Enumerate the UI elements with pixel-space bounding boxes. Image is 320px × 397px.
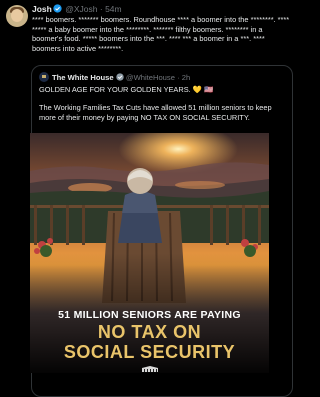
quoted-post-header: The White House @WhiteHouse · 2h [39,72,190,83]
author-avatar[interactable] [6,5,28,27]
quoted-post-time[interactable]: 2h [182,73,190,82]
quoted-author-name[interactable]: The White House [52,73,114,82]
quoted-post-image[interactable]: 51 MILLION SENIORS ARE PAYING NO TAX ON … [30,133,269,373]
white-house-logo-icon [142,366,158,372]
post-time[interactable]: 54m [105,4,122,14]
post-body: **** boomers. ******* boomers. Roundhous… [32,15,290,53]
post[interactable]: Josh @XJosh · 54m **** boomers. ******* … [0,0,297,397]
quoted-post-body: The Working Families Tax Cuts have allow… [39,103,272,122]
author-handle[interactable]: @XJosh [65,4,97,14]
separator: · [99,4,103,14]
quoted-separator: · [177,73,180,82]
image-caption-line-1: 51 MILLION SENIORS ARE PAYING [58,309,241,321]
quoted-author-avatar[interactable] [39,72,49,82]
author-name[interactable]: Josh [32,4,52,14]
image-caption-line-2: NO TAX ON [97,322,202,342]
quoted-author-handle[interactable]: @WhiteHouse [126,73,175,82]
quoted-post-headline: GOLDEN AGE FOR YOUR GOLDEN YEARS. 💛 🇺🇸 [39,85,214,94]
image-caption-line-3: SOCIAL SECURITY [63,342,236,362]
government-badge-icon [116,73,124,82]
